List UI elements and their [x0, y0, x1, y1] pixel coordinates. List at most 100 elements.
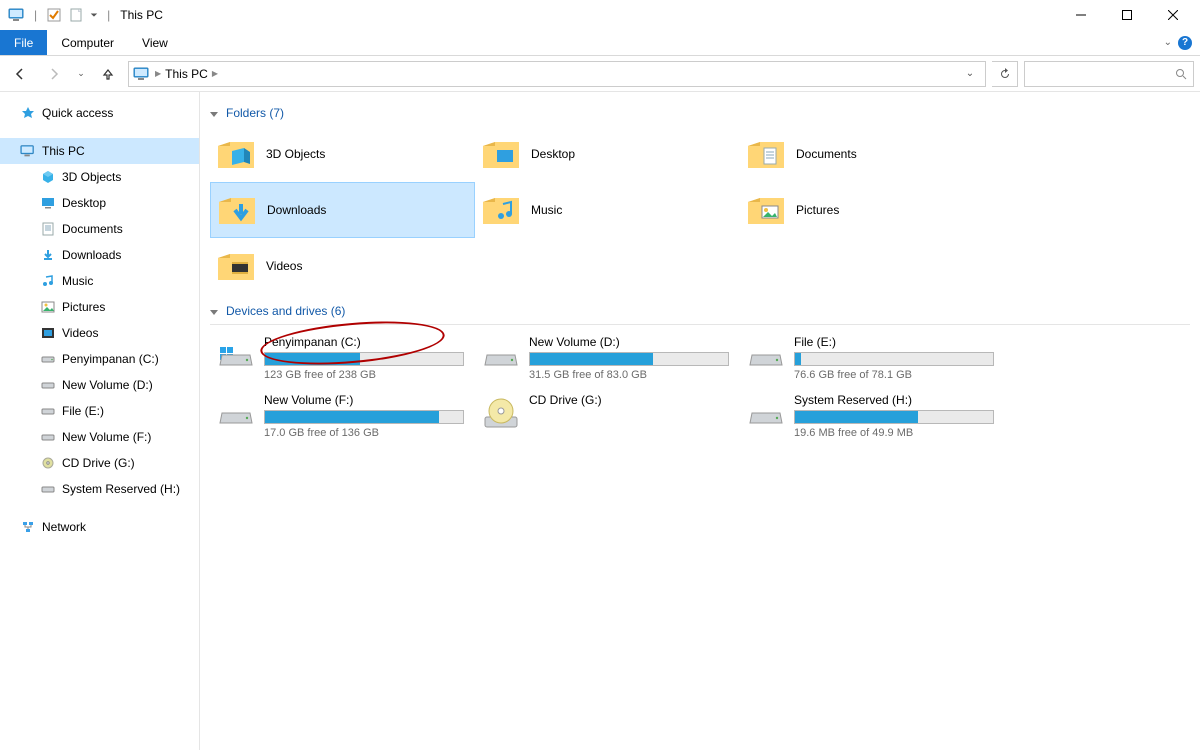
pictures-folder-icon — [746, 190, 786, 230]
sidebar-item-label: Music — [62, 274, 93, 288]
qat-separator: | — [34, 8, 37, 22]
refresh-button[interactable] — [992, 61, 1018, 87]
folder-item-documents[interactable]: Documents — [740, 126, 1005, 182]
folder-item-downloads[interactable]: Downloads — [210, 182, 475, 238]
sidebar-item-network[interactable]: Network — [0, 514, 199, 540]
sidebar-item-downloads[interactable]: Downloads — [0, 242, 199, 268]
drive-usage-bar — [264, 410, 464, 424]
documents-folder-icon — [746, 134, 786, 174]
ribbon-expand-icon[interactable]: ⌄ — [1164, 37, 1172, 48]
content-pane: Folders (7) 3D Objects Desktop Documents… — [200, 92, 1200, 750]
sidebar-item-documents[interactable]: Documents — [0, 216, 199, 242]
address-bar[interactable]: ▶ This PC ▶ ⌄ — [128, 61, 986, 87]
drive-free-text: 123 GB free of 238 GB — [264, 369, 469, 381]
minimize-button[interactable] — [1058, 0, 1104, 30]
drive-icon — [40, 403, 56, 419]
drive-icon — [40, 377, 56, 393]
drive-name: CD Drive (G:) — [529, 393, 734, 407]
folder-item-videos[interactable]: Videos — [210, 238, 475, 294]
folder-label: Documents — [796, 147, 857, 161]
search-icon — [1175, 68, 1187, 80]
sidebar-item-drive-c[interactable]: Penyimpanan (C:) — [0, 346, 199, 372]
titlebar: | ⏷ | This PC — [0, 0, 1200, 30]
tab-view[interactable]: View — [128, 30, 182, 55]
drive-icon — [746, 335, 786, 375]
videos-folder-icon — [216, 246, 256, 286]
drive-usage-bar — [529, 352, 729, 366]
breadcrumb-location[interactable]: This PC — [165, 67, 208, 81]
pictures-icon — [40, 299, 56, 315]
pc-icon — [8, 6, 26, 24]
sidebar-item-label: Network — [42, 520, 86, 534]
sidebar-item-label: Videos — [62, 326, 98, 340]
folder-item-pictures[interactable]: Pictures — [740, 182, 1005, 238]
sidebar-item-label: Quick access — [42, 106, 113, 120]
tab-computer[interactable]: Computer — [47, 30, 128, 55]
folder-item-music[interactable]: Music — [475, 182, 740, 238]
music-icon — [40, 273, 56, 289]
search-input[interactable] — [1024, 61, 1194, 87]
sidebar-item-cd-drive[interactable]: CD Drive (G:) — [0, 450, 199, 476]
3d-objects-icon — [216, 134, 256, 174]
sidebar-item-label: Penyimpanan (C:) — [62, 352, 159, 366]
drive-icon — [746, 393, 786, 433]
new-doc-icon[interactable] — [67, 6, 85, 24]
sidebar-item-desktop[interactable]: Desktop — [0, 190, 199, 216]
sidebar-item-videos[interactable]: Videos — [0, 320, 199, 346]
back-button[interactable] — [6, 60, 34, 88]
sidebar-item-this-pc[interactable]: This PC — [0, 138, 199, 164]
breadcrumb-separator-icon: ▶ — [155, 69, 161, 78]
qat-dropdown-icon[interactable]: ⏷ — [89, 6, 99, 24]
downloads-icon — [40, 247, 56, 263]
sidebar-item-label: 3D Objects — [62, 170, 121, 184]
group-header-drives[interactable]: Devices and drives (6) — [210, 304, 1190, 318]
pc-icon — [20, 143, 36, 159]
up-button[interactable] — [94, 60, 122, 88]
downloads-folder-icon — [217, 190, 257, 230]
sidebar-item-label: This PC — [42, 144, 85, 158]
close-button[interactable] — [1150, 0, 1196, 30]
sidebar-item-label: Documents — [62, 222, 123, 236]
forward-button[interactable] — [40, 60, 68, 88]
sidebar-item-3d-objects[interactable]: 3D Objects — [0, 164, 199, 190]
sidebar-item-drive-e[interactable]: File (E:) — [0, 398, 199, 424]
drive-usage-bar — [264, 352, 464, 366]
drive-item[interactable]: File (E:)76.6 GB free of 78.1 GB — [740, 333, 1005, 391]
sidebar-item-label: Pictures — [62, 300, 105, 314]
folder-label: Desktop — [531, 147, 575, 161]
breadcrumb-separator-icon[interactable]: ▶ — [212, 69, 218, 78]
folder-label: Videos — [266, 259, 302, 273]
drive-item[interactable]: System Reserved (H:)19.6 MB free of 49.9… — [740, 391, 1005, 449]
drive-item[interactable]: New Volume (D:) 31.5 GB free of 83.0 GB — [475, 333, 740, 391]
properties-checkbox-icon[interactable] — [45, 6, 63, 24]
folder-label: Downloads — [267, 203, 326, 217]
recent-locations-button[interactable]: ⌄ — [74, 60, 88, 88]
help-icon[interactable]: ? — [1178, 36, 1192, 50]
drive-item[interactable]: CD Drive (G:) — [475, 391, 740, 449]
drive-free-text: 31.5 GB free of 83.0 GB — [529, 369, 734, 381]
maximize-button[interactable] — [1104, 0, 1150, 30]
sidebar-item-music[interactable]: Music — [0, 268, 199, 294]
sidebar-item-quick-access[interactable]: Quick access — [0, 100, 199, 126]
window-title: This PC — [120, 8, 163, 22]
folder-item-3d-objects[interactable]: 3D Objects — [210, 126, 475, 182]
quick-access-icon — [20, 105, 36, 121]
drive-name: New Volume (F:) — [264, 393, 469, 407]
drive-item[interactable]: Penyimpanan (C:)123 GB free of 238 GB — [210, 333, 475, 391]
sidebar-item-drive-h[interactable]: System Reserved (H:) — [0, 476, 199, 502]
sidebar-item-drive-f[interactable]: New Volume (F:) — [0, 424, 199, 450]
folder-item-desktop[interactable]: Desktop — [475, 126, 740, 182]
cd-drive-icon — [40, 455, 56, 471]
group-header-folders[interactable]: Folders (7) — [210, 106, 1190, 120]
drive-item[interactable]: New Volume (F:)17.0 GB free of 136 GB — [210, 391, 475, 449]
drive-name: New Volume (D:) — [529, 335, 734, 349]
address-dropdown-icon[interactable]: ⌄ — [959, 63, 981, 85]
pc-icon — [133, 67, 151, 81]
sidebar-item-drive-d[interactable]: New Volume (D:) — [0, 372, 199, 398]
folders-grid: 3D Objects Desktop Documents Downloads M… — [210, 126, 1190, 294]
desktop-icon — [40, 195, 56, 211]
sidebar-item-pictures[interactable]: Pictures — [0, 294, 199, 320]
tab-file[interactable]: File — [0, 30, 47, 55]
videos-icon — [40, 325, 56, 341]
network-icon — [20, 519, 36, 535]
